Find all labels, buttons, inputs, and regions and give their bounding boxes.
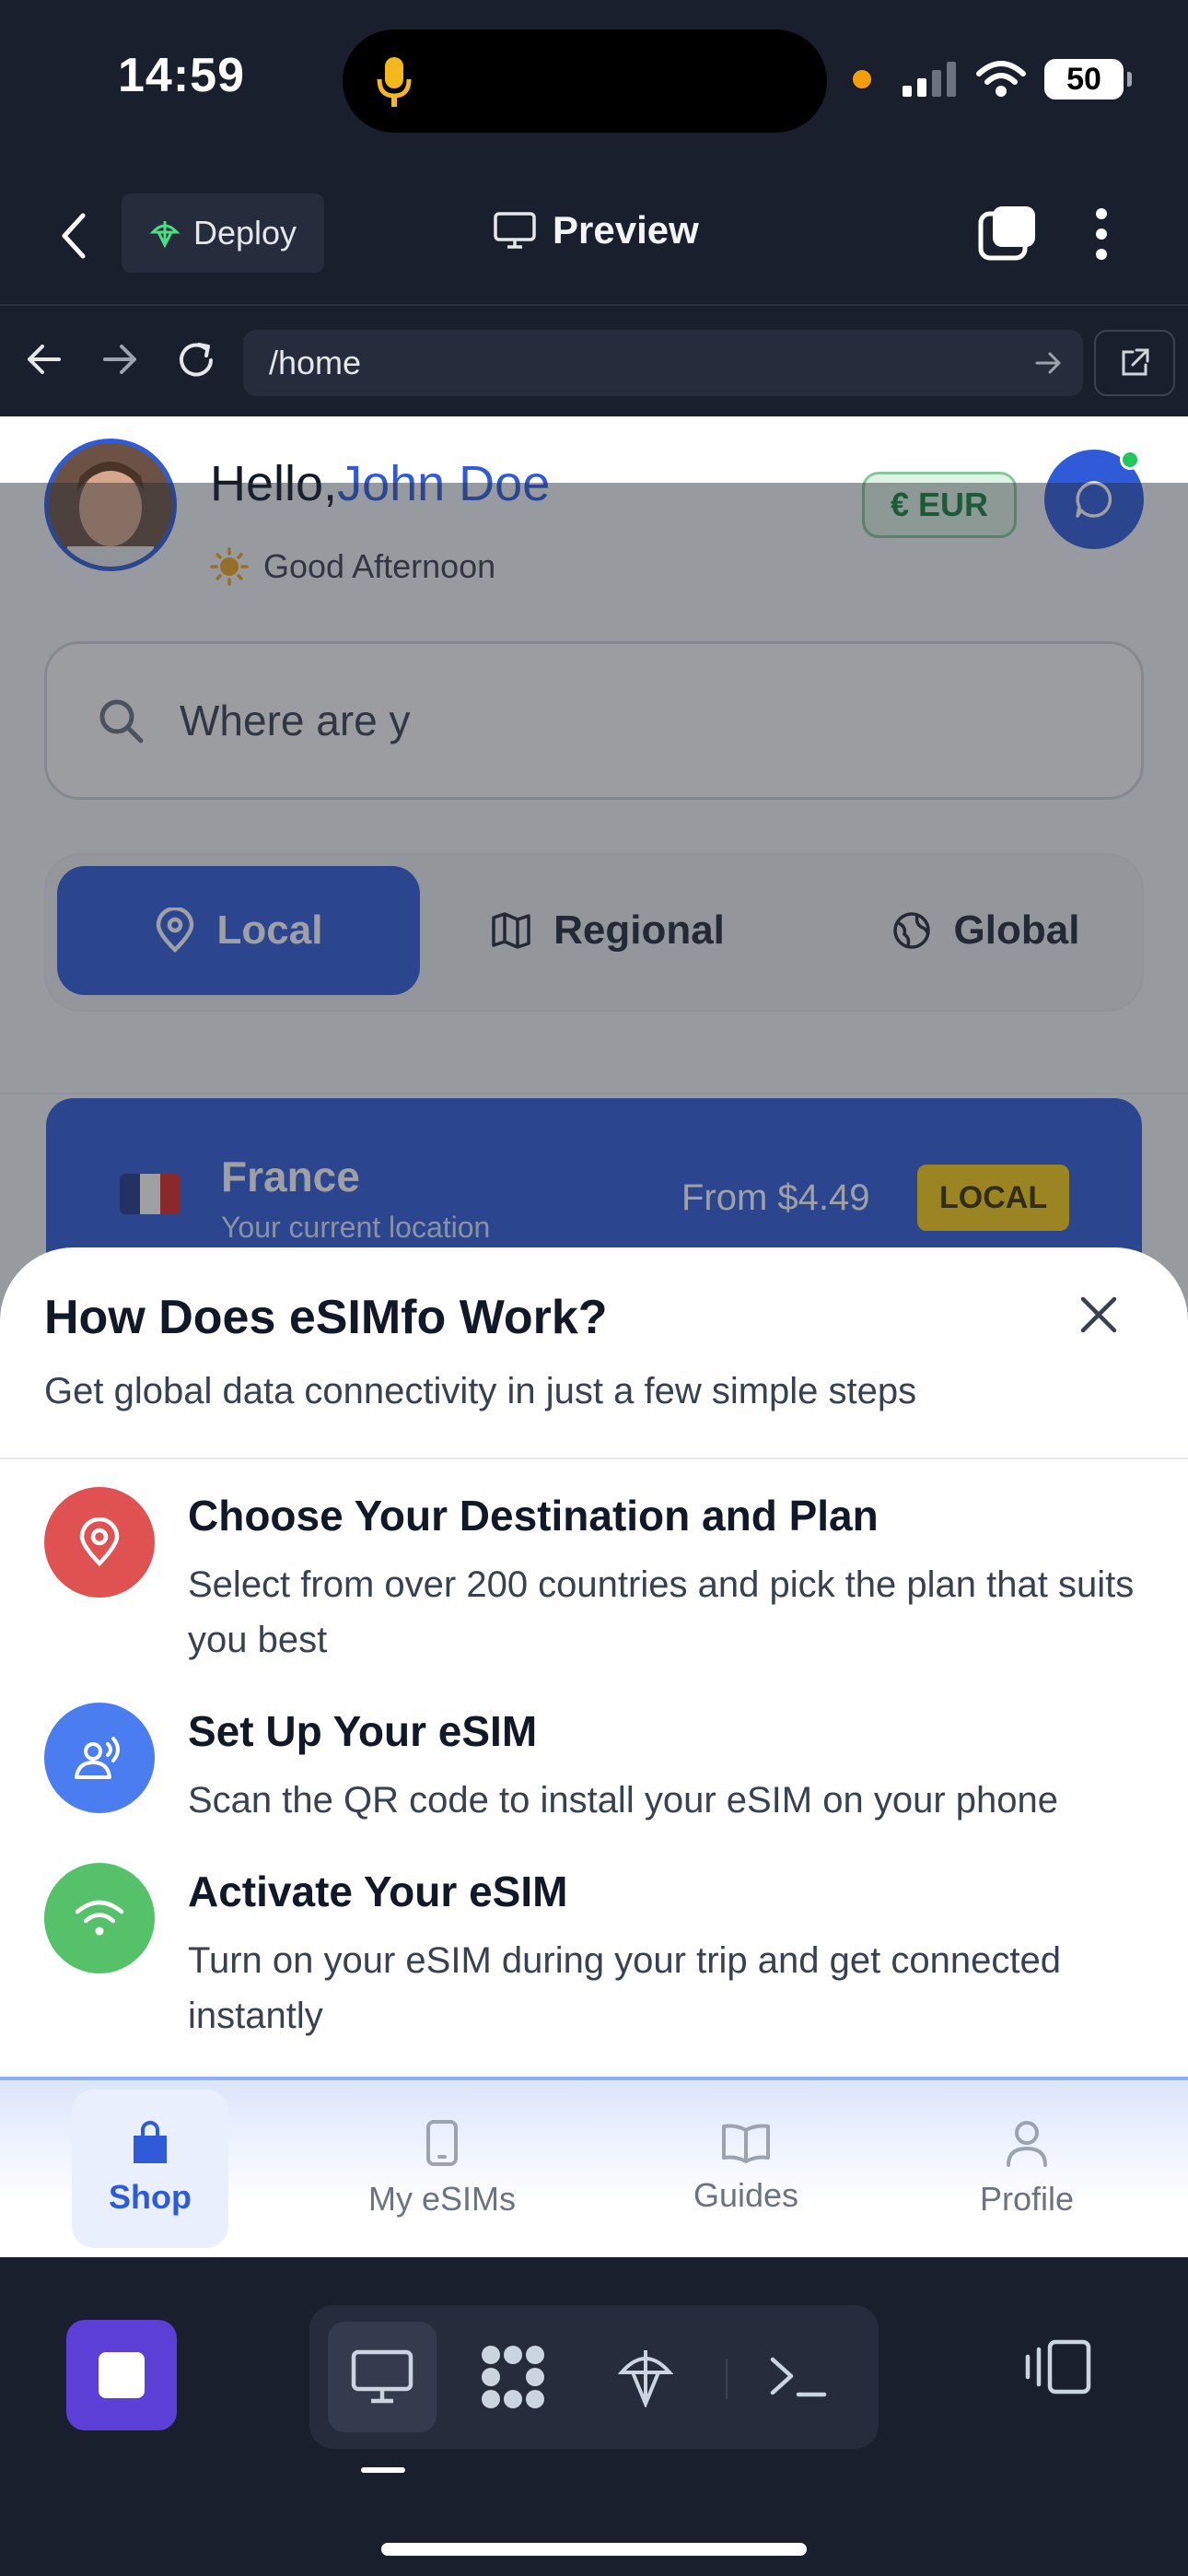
sheet-subtitle: Get global data connectivity in just a f… <box>44 1371 917 1411</box>
web-top-strip <box>0 416 1188 483</box>
arrow-right-icon[interactable] <box>101 341 138 378</box>
nav-shop[interactable]: Shop <box>72 2090 228 2248</box>
deploy-icon <box>149 221 181 249</box>
arrow-left-icon[interactable] <box>26 341 63 378</box>
user-signal-icon <box>75 1737 120 1779</box>
step-title: Choose Your Destination and Plan <box>188 1492 879 1540</box>
how-it-works-sheet: How Does eSIMfo Work? Get global data co… <box>0 1247 1188 2077</box>
go-arrow-icon[interactable] <box>1033 348 1063 378</box>
step-description: Turn on your eSIM during your trip and g… <box>188 1940 1061 2036</box>
grid-apps-icon <box>482 2346 544 2408</box>
nav-profile-label: Profile <box>979 2180 1075 2218</box>
url-field[interactable]: /home <box>243 330 1083 396</box>
tool-group <box>309 2305 879 2449</box>
tool-separator <box>726 2359 728 2399</box>
deploy-icon <box>618 2350 673 2407</box>
status-time: 14:59 <box>118 49 245 102</box>
deploy-tool-button[interactable] <box>591 2322 700 2432</box>
smartphone-icon <box>426 2120 458 2166</box>
nav-guides[interactable]: Guides <box>672 2090 820 2248</box>
step-description: Select from over 200 countries and pick … <box>188 1564 1135 1660</box>
monitor-icon <box>351 2349 413 2404</box>
ide-toolbar <box>0 2257 1188 2576</box>
stop-button[interactable] <box>66 2320 177 2430</box>
privacy-indicator-dot <box>853 70 871 88</box>
cellular-signal-icon <box>903 62 956 97</box>
bottom-navigation: Shop My eSIMs Guides Profile <box>0 2077 1188 2257</box>
step-description: Scan the QR code to install your eSIM on… <box>188 1780 1058 1821</box>
nav-guides-label: Guides <box>693 2176 799 2214</box>
deploy-label: Deploy <box>193 214 297 252</box>
deploy-button[interactable]: Deploy <box>122 193 325 273</box>
wifi-icon <box>75 1900 124 1936</box>
preview-label: Preview <box>553 208 699 252</box>
battery-indicator: 50 <box>1044 59 1132 100</box>
sheet-divider <box>0 1458 1188 1459</box>
step-icon-circle <box>44 1487 155 1598</box>
terminal-tool-button[interactable] <box>744 2322 853 2432</box>
url-text: /home <box>269 344 362 381</box>
preview-tool-button[interactable] <box>328 2322 437 2432</box>
more-vertical-icon[interactable] <box>1094 208 1109 260</box>
user-icon <box>1007 2121 1047 2167</box>
home-indicator <box>381 2543 807 2556</box>
stop-icon <box>99 2352 145 2398</box>
open-external-button[interactable] <box>1094 330 1175 396</box>
back-chevron-icon[interactable] <box>57 212 90 260</box>
preview-title[interactable]: Preview <box>494 208 699 252</box>
web-viewport: Hello,John Doe Good Afternoon € EUR Wher… <box>0 416 1188 2257</box>
browser-bar: /home <box>0 304 1188 416</box>
status-bar: 14:59 50 <box>0 0 1188 157</box>
nav-profile[interactable]: Profile <box>958 2090 1096 2248</box>
device-layout-icon[interactable] <box>1024 2338 1092 2395</box>
online-status-dot <box>1120 450 1140 470</box>
apps-tool-button[interactable] <box>459 2322 567 2432</box>
dynamic-island <box>343 29 827 133</box>
step-title: Activate Your eSIM <box>188 1868 568 1915</box>
sheet-title: How Does eSIMfo Work? <box>44 1291 608 1344</box>
tabs-icon[interactable] <box>978 205 1037 262</box>
step-title: Set Up Your eSIM <box>188 1707 538 1755</box>
status-indicators: 50 <box>853 59 1132 100</box>
external-link-icon <box>1122 348 1149 376</box>
terminal-icon <box>770 2357 827 2397</box>
microphone-icon <box>377 57 412 107</box>
book-open-icon <box>722 2124 770 2163</box>
wifi-icon <box>976 61 1026 97</box>
map-pin-icon <box>79 1517 120 1567</box>
close-icon[interactable] <box>1079 1295 1118 1334</box>
reload-icon[interactable] <box>175 339 217 381</box>
monitor-icon <box>494 212 536 249</box>
nav-shop-label: Shop <box>109 2178 192 2216</box>
shopping-bag-icon <box>134 2121 167 2163</box>
app-header: Deploy Preview <box>0 157 1188 304</box>
nav-my-esims-label: My eSIMs <box>367 2180 516 2218</box>
nav-my-esims[interactable]: My eSIMs <box>350 2090 534 2248</box>
active-tool-indicator <box>361 2467 405 2473</box>
step-icon-circle <box>44 1863 155 1973</box>
step-icon-circle <box>44 1703 155 1813</box>
